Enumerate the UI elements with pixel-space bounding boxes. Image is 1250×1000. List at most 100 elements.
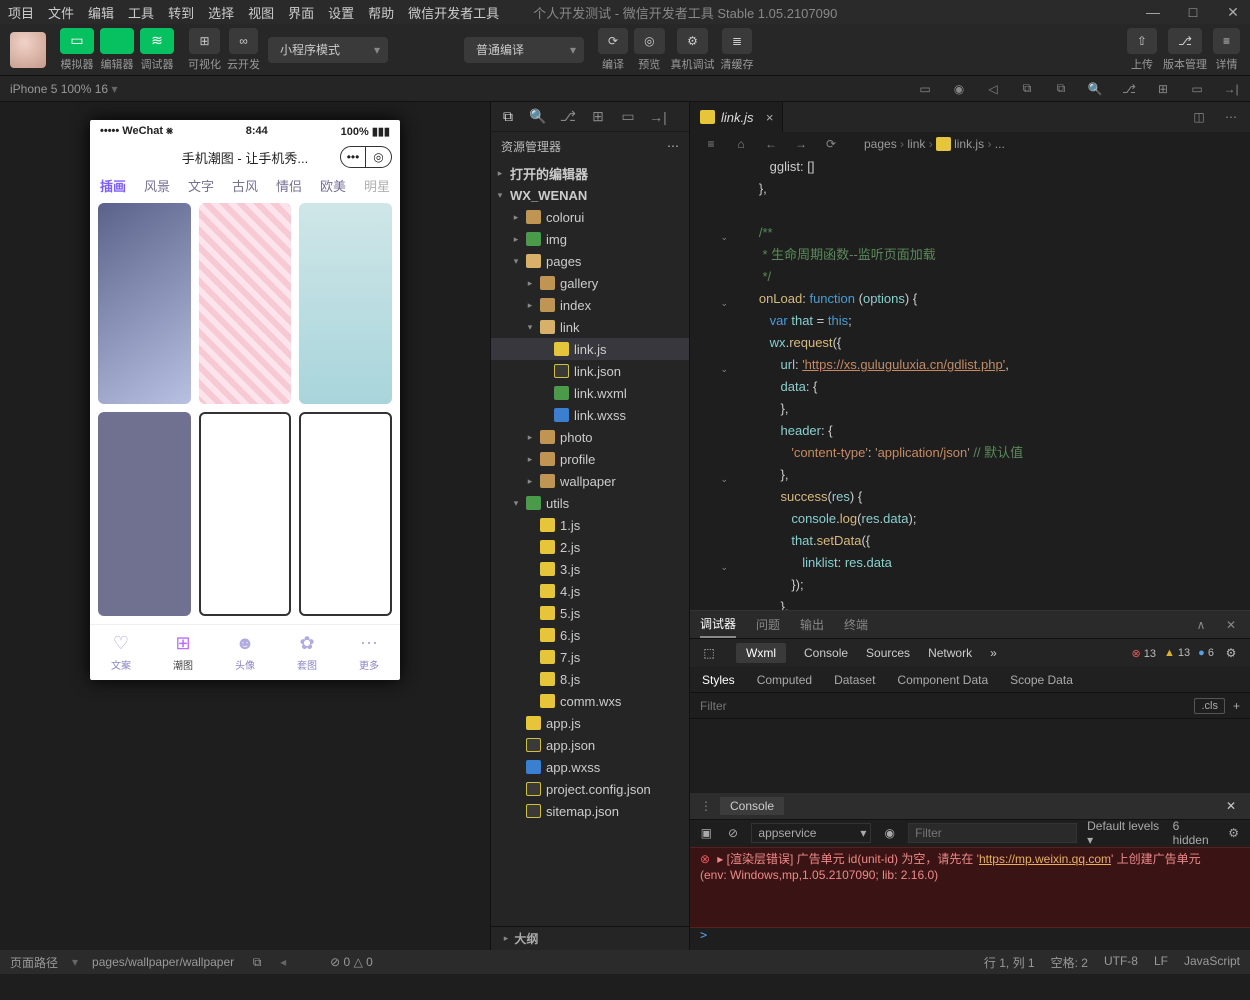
menu-item[interactable]: 界面 <box>288 3 314 22</box>
avatar[interactable] <box>10 32 46 68</box>
tree-node[interactable]: 7.js <box>491 646 689 668</box>
模拟器-button[interactable]: ▭ <box>60 28 94 54</box>
tree-node[interactable]: app.json <box>491 734 689 756</box>
cat-tab[interactable]: 古风 <box>232 176 258 195</box>
outline-section[interactable]: ▸ 大纲 <box>491 926 689 950</box>
cat-tab[interactable]: 欧美 <box>320 176 346 195</box>
devbar-icon-7[interactable]: ⊞ <box>1154 82 1172 96</box>
devtool-tab[interactable]: Sources <box>866 646 910 660</box>
thumb[interactable] <box>199 412 292 617</box>
editor-more-icon[interactable]: ⋯ <box>1222 110 1240 124</box>
devtool-tab[interactable]: Wxml <box>736 643 786 663</box>
menu-item[interactable]: 编辑 <box>88 3 114 22</box>
console-toggle-icon[interactable]: ⋮ <box>700 799 712 813</box>
tree-node[interactable]: comm.wxs <box>491 690 689 712</box>
status-item[interactable]: JavaScript <box>1184 954 1240 971</box>
more-tabs-icon[interactable]: » <box>990 646 997 660</box>
console-sidebar-icon[interactable]: ▣ <box>698 826 715 840</box>
上传-button[interactable]: ⇧ <box>1127 28 1157 54</box>
可视化-button[interactable]: ⊞ <box>189 28 219 54</box>
tree-node[interactable]: app.js <box>491 712 689 734</box>
cat-tab[interactable]: 文字 <box>188 176 214 195</box>
explorer-action-0[interactable]: ⧉ <box>499 108 517 125</box>
split-editor-icon[interactable]: ◫ <box>1190 110 1208 124</box>
menu-item[interactable]: 设置 <box>328 3 354 22</box>
tree-node[interactable]: 6.js <box>491 624 689 646</box>
style-tab[interactable]: Computed <box>757 673 812 687</box>
explorer-action-4[interactable]: ▭ <box>619 108 637 125</box>
tabbar-item[interactable]: ⊞潮图 <box>152 625 214 680</box>
gear-icon[interactable]: ⚙ <box>1222 646 1240 660</box>
breadcrumb[interactable]: ≡⌂←→⟳ pages › link › link.js › ... <box>690 132 1250 156</box>
copy-path-icon[interactable]: ⧉ <box>248 955 266 970</box>
project-root[interactable]: ▾WX_WENAN <box>491 184 689 206</box>
cat-tab[interactable]: 风景 <box>144 176 170 195</box>
cat-tab[interactable]: 明星 <box>364 176 390 195</box>
devbar-icon-3[interactable]: ⧉ <box>1018 81 1036 96</box>
capsule-menu[interactable]: ••• <box>340 146 366 168</box>
menu-item[interactable]: 项目 <box>8 3 34 22</box>
debug-tab[interactable]: 终端 <box>844 616 868 633</box>
editor-nav-2[interactable]: ← <box>762 137 780 151</box>
tree-node[interactable]: ▾utils <box>491 492 689 514</box>
hidden-count[interactable]: 6 hidden <box>1173 819 1216 847</box>
tree-node[interactable]: ▸index <box>491 294 689 316</box>
devbar-icon-9[interactable]: →| <box>1222 82 1240 96</box>
status-item[interactable]: 空格: 2 <box>1051 954 1088 971</box>
capsule-close[interactable]: ◎ <box>366 146 392 168</box>
编辑器-button[interactable] <box>100 28 134 54</box>
tabbar-item[interactable]: ⋯更多 <box>338 625 400 680</box>
tree-node[interactable]: ▾link <box>491 316 689 338</box>
console-filter[interactable] <box>908 823 1077 843</box>
清缓存-button[interactable]: ≣ <box>722 28 752 54</box>
tree-node[interactable]: 3.js <box>491 558 689 580</box>
menu-item[interactable]: 工具 <box>128 3 154 22</box>
tabbar-item[interactable]: ♡文案 <box>90 625 152 680</box>
cat-tab[interactable]: 情侣 <box>276 176 302 195</box>
error-badge[interactable]: 13 <box>1131 647 1156 660</box>
thumb[interactable] <box>98 203 191 404</box>
status-item[interactable]: 行 1, 列 1 <box>984 954 1035 971</box>
explorer-action-5[interactable]: →| <box>649 109 667 125</box>
调试器-button[interactable]: ≋ <box>140 28 174 54</box>
thumb[interactable] <box>98 412 191 617</box>
devbar-icon-2[interactable]: ◁ <box>984 82 1002 96</box>
more-icon[interactable]: ⋯ <box>667 139 679 153</box>
tree-node[interactable]: ▸colorui <box>491 206 689 228</box>
opened-editors[interactable]: ▸打开的编辑器 <box>491 162 689 184</box>
style-tab[interactable]: Styles <box>702 673 735 687</box>
page-path[interactable]: pages/wallpaper/wallpaper <box>92 955 234 969</box>
debug-tab[interactable]: 问题 <box>756 616 780 633</box>
tree-node[interactable]: ▸photo <box>491 426 689 448</box>
device-select[interactable]: iPhone 5 100% 16 ▾ <box>10 82 117 96</box>
close-panel-icon[interactable]: ✕ <box>1222 618 1240 632</box>
problems-count[interactable]: ⊘ 0 △ 0 <box>330 955 373 969</box>
云开发-button[interactable]: ∞ <box>229 28 258 54</box>
style-tab[interactable]: Scope Data <box>1010 673 1073 687</box>
menu-item[interactable]: 转到 <box>168 3 194 22</box>
style-tab[interactable]: Component Data <box>897 673 988 687</box>
menu-item[interactable]: 微信开发者工具 <box>408 3 499 22</box>
debug-tab[interactable]: 输出 <box>800 616 824 633</box>
devbar-icon-6[interactable]: ⎇ <box>1120 82 1138 96</box>
devbar-icon-4[interactable]: ⧉ <box>1052 81 1070 96</box>
tree-node[interactable]: project.config.json <box>491 778 689 800</box>
详情-button[interactable]: ≡ <box>1213 28 1240 54</box>
mode-select[interactable]: 小程序模式 <box>268 37 388 63</box>
inspect-icon[interactable]: ⬚ <box>700 646 718 660</box>
cls-toggle[interactable]: .cls <box>1194 698 1225 714</box>
devbar-icon-8[interactable]: ▭ <box>1188 82 1206 96</box>
status-item[interactable]: LF <box>1154 954 1168 971</box>
collapse-arrow-icon[interactable]: ◂ <box>280 955 286 969</box>
tabbar-item[interactable]: ✿套图 <box>276 625 338 680</box>
cat-tab[interactable]: 插画 <box>100 176 126 195</box>
maximize-button[interactable]: □ <box>1184 4 1202 20</box>
tree-node[interactable]: sitemap.json <box>491 800 689 822</box>
console-gear-icon[interactable]: ⚙ <box>1225 826 1242 840</box>
editor-nav-0[interactable]: ≡ <box>702 137 720 151</box>
devbar-icon-5[interactable]: 🔍 <box>1086 82 1104 96</box>
tree-node[interactable]: 4.js <box>491 580 689 602</box>
editor-nav-3[interactable]: → <box>792 137 810 151</box>
tree-node[interactable]: link.json <box>491 360 689 382</box>
context-select[interactable]: appservice▾ <box>751 823 871 843</box>
